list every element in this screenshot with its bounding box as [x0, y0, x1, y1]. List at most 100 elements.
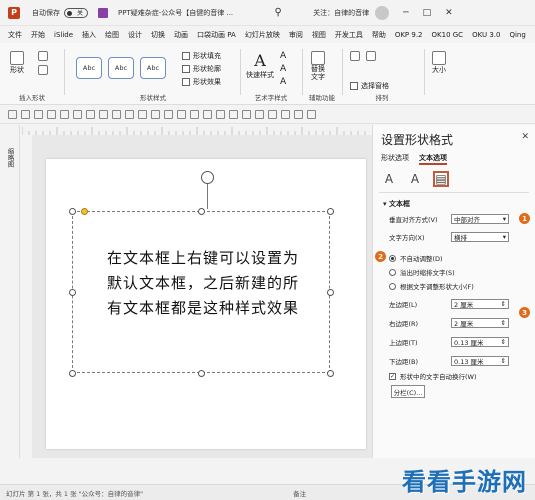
valign-select[interactable]: 中部对齐 ▾ [451, 214, 509, 224]
tab-home[interactable]: 开始 [31, 28, 45, 42]
bring-forward-icon[interactable] [350, 51, 360, 61]
ellipse-icon[interactable] [190, 110, 199, 119]
resize-handle-t[interactable] [198, 208, 205, 215]
align-bottom-icon[interactable] [112, 110, 121, 119]
tab-oku[interactable]: OKU 3.0 [472, 29, 500, 41]
align-left-icon[interactable] [47, 110, 56, 119]
avatar[interactable] [375, 5, 390, 20]
adjust-handle[interactable] [81, 208, 88, 215]
textbox-options-icon[interactable]: ▤ [433, 171, 449, 187]
tab-transitions[interactable]: 切换 [151, 28, 165, 42]
section-textbox[interactable]: ▾ 文本框 [383, 199, 410, 209]
tab-developer[interactable]: 开发工具 [335, 28, 363, 42]
tab-file[interactable]: 文件 [8, 28, 22, 42]
minimize-button[interactable]: ─ [403, 8, 408, 18]
send-backward-icon[interactable] [366, 51, 376, 61]
right-margin-input[interactable]: 2 厘米 ⇕ [451, 318, 509, 328]
align-top-icon[interactable] [86, 110, 95, 119]
tab-design[interactable]: 设计 [128, 28, 142, 42]
resize-handle-br[interactable] [327, 370, 334, 377]
align-middle-icon[interactable] [99, 110, 108, 119]
text-outline-icon[interactable]: A [280, 64, 286, 74]
tab-view[interactable]: 视图 [312, 28, 326, 42]
distribute-v-icon[interactable] [138, 110, 147, 119]
panel-close-icon[interactable]: ✕ [521, 132, 529, 142]
direction-select[interactable]: 横排 ▾ [451, 232, 509, 242]
search-icon[interactable]: ⚲ [269, 6, 287, 20]
align-center-icon[interactable] [60, 110, 69, 119]
tab-text-options[interactable]: 文本选项 [419, 153, 447, 165]
tab-help[interactable]: 帮助 [372, 28, 386, 42]
columns-button[interactable]: 分栏(C)... [391, 385, 425, 398]
tab-pocket-animation[interactable]: 口袋动画 PA [197, 28, 236, 42]
align-right-icon[interactable] [73, 110, 82, 119]
style-preset-2[interactable]: Abc [108, 57, 134, 79]
line-icon[interactable] [203, 110, 212, 119]
size-button[interactable]: 大小 [432, 51, 446, 75]
text-fill-icon[interactable]: A [280, 51, 286, 61]
edit-shape-icon[interactable] [38, 51, 48, 61]
textbox-icon[interactable] [38, 65, 48, 75]
radio-shrink-row[interactable]: 溢出时缩排文字(S) [389, 267, 529, 277]
selection-pane-button[interactable]: 选择窗格 [350, 81, 389, 91]
shape-intersect-icon[interactable] [268, 110, 277, 119]
thumbnail-strip[interactable] [0, 125, 20, 458]
slide[interactable]: 在文本框上右键可以设置为默认文本框，之后新建的所有文本框都是这种样式效果 [46, 159, 366, 449]
format-painter-icon[interactable] [34, 110, 43, 119]
textbox-content[interactable]: 在文本框上右键可以设置为默认文本框，之后新建的所有文本框都是这种样式效果 [107, 246, 307, 321]
tab-qing[interactable]: Qing [509, 29, 525, 41]
resize-handle-b[interactable] [198, 370, 205, 377]
crop-icon[interactable] [294, 110, 303, 119]
style-preset-3[interactable]: Abc [140, 57, 166, 79]
arrow-icon[interactable] [216, 110, 225, 119]
left-margin-input[interactable]: 2 厘米 ⇕ [451, 299, 509, 309]
radio-resize[interactable] [389, 282, 396, 290]
group-icon[interactable] [151, 110, 160, 119]
radio-noauto-row[interactable]: 不自动调整(D) [389, 253, 529, 263]
shape-outline-button[interactable]: 形状轮廓 [182, 64, 221, 74]
tab-shape-options[interactable]: 形状选项 [381, 153, 409, 165]
top-margin-input[interactable]: 0.13 厘米 ⇕ [451, 337, 509, 347]
tab-draw[interactable]: 绘图 [105, 28, 119, 42]
shape-effect-button[interactable]: 形状效果 [182, 77, 221, 87]
shape-fragment-icon[interactable] [255, 110, 264, 119]
tab-animations[interactable]: 动画 [174, 28, 188, 42]
autosave-toggle[interactable]: 关 [64, 7, 88, 18]
undo-icon[interactable] [8, 110, 17, 119]
radio-noauto[interactable] [389, 254, 396, 262]
style-preset-1[interactable]: Abc [76, 57, 102, 79]
restore-button[interactable]: □ [423, 8, 432, 18]
spinner-icon[interactable]: ⇕ [501, 357, 506, 365]
save-icon[interactable] [98, 7, 108, 18]
tab-insert[interactable]: 插入 [82, 28, 96, 42]
notes-button[interactable]: 备注 [293, 488, 306, 498]
shape-combine-icon[interactable] [242, 110, 251, 119]
tab-slideshow[interactable]: 幻灯片放映 [245, 28, 280, 42]
spinner-icon[interactable]: ⇕ [501, 300, 506, 308]
tab-review[interactable]: 审阅 [289, 28, 303, 42]
radio-resize-row[interactable]: 根据文字调整形状大小(F) [389, 281, 529, 291]
resize-handle-r[interactable] [327, 289, 334, 296]
wrap-checkbox[interactable]: ✓ [389, 372, 396, 380]
resize-handle-tl[interactable] [69, 208, 76, 215]
shape-button[interactable]: 形状 [10, 51, 24, 75]
text-fill-outline-icon[interactable]: A [381, 171, 397, 187]
tab-okp[interactable]: OKP 9.2 [395, 29, 423, 41]
alt-text-button[interactable]: 替换文字 [308, 51, 328, 81]
spinner-icon[interactable]: ⇕ [501, 319, 506, 327]
more-icon[interactable] [307, 110, 316, 119]
distribute-h-icon[interactable] [125, 110, 134, 119]
spinner-icon[interactable]: ⇕ [501, 338, 506, 346]
close-button[interactable]: ✕ [445, 8, 453, 18]
wrap-row[interactable]: ✓ 形状中的文字自动换行(W) [389, 371, 529, 381]
resize-handle-tr[interactable] [327, 208, 334, 215]
ungroup-icon[interactable] [164, 110, 173, 119]
radio-shrink[interactable] [389, 268, 396, 276]
selected-textbox[interactable]: 在文本框上右键可以设置为默认文本框，之后新建的所有文本框都是这种样式效果 [72, 211, 330, 373]
rotate-handle-icon[interactable] [201, 171, 214, 184]
tab-islide[interactable]: iSlide [54, 29, 73, 41]
shape-subtract-icon[interactable] [281, 110, 290, 119]
shape-union-icon[interactable] [229, 110, 238, 119]
redo-icon[interactable] [21, 110, 30, 119]
rectangle-icon[interactable] [177, 110, 186, 119]
